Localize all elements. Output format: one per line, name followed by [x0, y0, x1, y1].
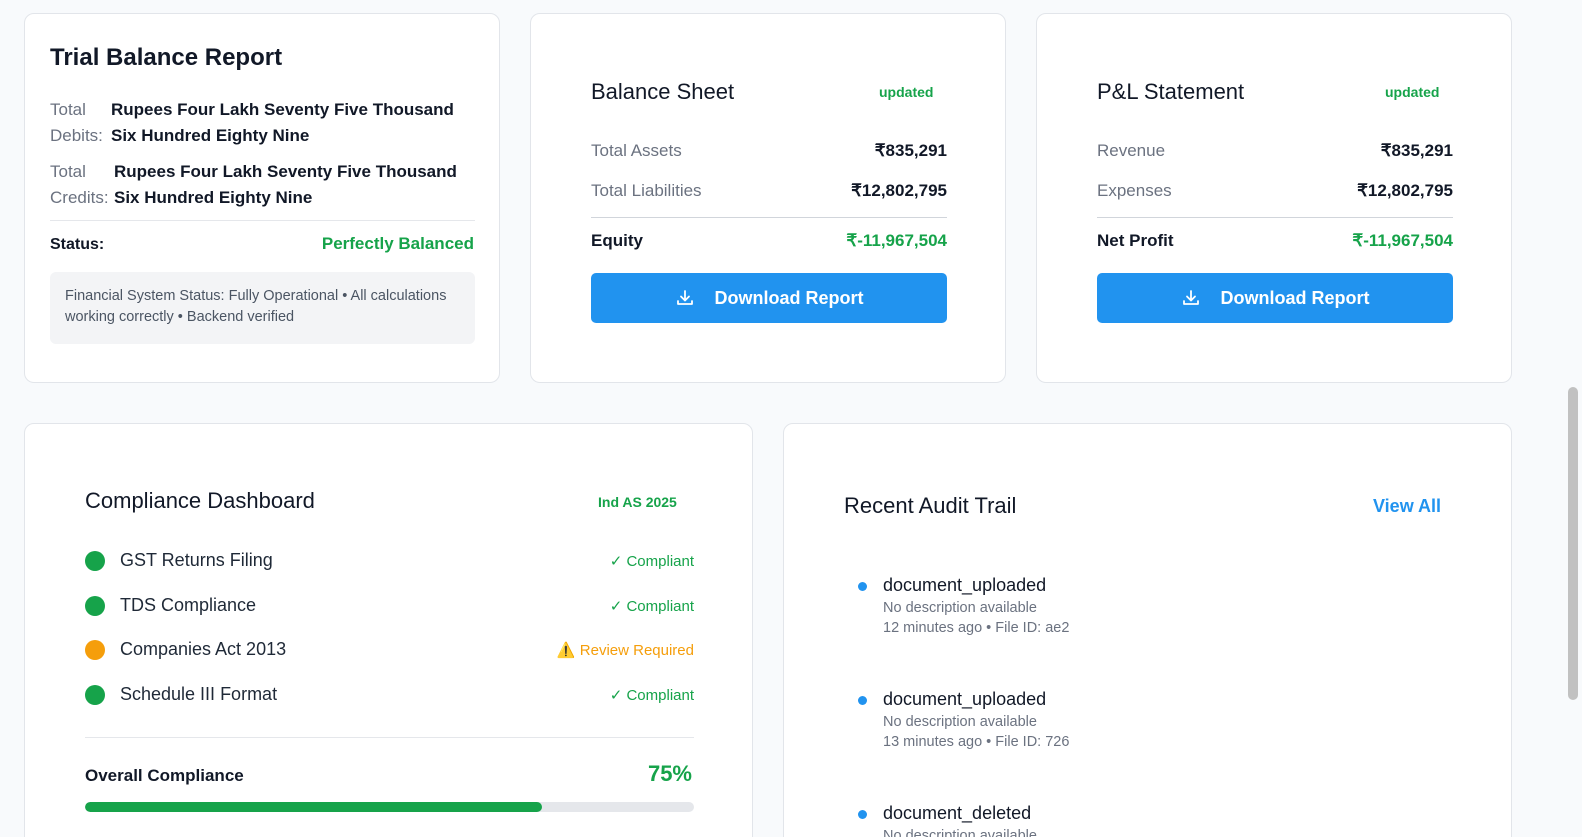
compliance-item-name: Schedule III Format — [120, 684, 278, 704]
trial-balance-title: Trial Balance Report — [50, 44, 283, 71]
row-value: ₹12,802,795 — [1357, 181, 1453, 200]
compliance-item: TDS Compliance ✓ Compliant — [85, 595, 694, 616]
compliance-item-name: Companies Act 2013 — [120, 639, 287, 659]
audit-meta: 12 minutes ago • File ID: ae2 — [883, 620, 1070, 636]
total-credits-row: Total Credits: Rupees Four Lakh Seventy … — [50, 159, 457, 211]
total-debits-label: Total Debits: — [50, 100, 103, 145]
compliance-progress-fill — [85, 802, 542, 812]
row-label: Total Liabilities — [591, 181, 702, 200]
compliance-progress-bar — [85, 802, 694, 812]
status-badge: updated — [879, 84, 934, 100]
download-report-label: Download Report — [714, 287, 864, 308]
divider — [1097, 217, 1453, 218]
view-all-link[interactable]: View All — [1373, 496, 1441, 517]
compliance-item-status: ✓ Compliant — [609, 686, 694, 704]
download-icon — [1182, 290, 1199, 305]
divider — [50, 220, 475, 221]
total-credits-value: Rupees Four Lakh Seventy Five Thousand Si… — [114, 159, 457, 211]
audit-event: document_uploaded — [883, 689, 1047, 709]
download-icon — [676, 290, 693, 305]
vertical-scrollbar[interactable] — [1568, 387, 1578, 700]
divider — [591, 217, 947, 218]
revenue-row: Revenue ₹835,291 — [1097, 141, 1453, 161]
status-dot — [85, 639, 105, 660]
audit-event: document_deleted — [883, 803, 1032, 823]
standard-badge: Ind AS 2025 — [598, 494, 677, 510]
divider — [85, 737, 694, 738]
audit-description: No description available — [883, 600, 1037, 616]
status-label: Status: — [50, 236, 105, 253]
status-value: Perfectly Balanced — [321, 234, 474, 253]
status-dot — [85, 550, 105, 571]
expenses-row: Expenses ₹12,802,795 — [1097, 181, 1453, 201]
row-label: Total Assets — [591, 141, 682, 160]
compliance-item-status: ✓ Compliant — [609, 597, 694, 615]
row-value: ₹-11,967,504 — [846, 231, 947, 250]
overall-compliance-label: Overall Compliance — [85, 766, 244, 785]
bullet-icon — [858, 582, 867, 591]
pl-statement-card: P&L Statement updated Revenue ₹835,291 E… — [1036, 13, 1512, 383]
audit-description: No description available — [883, 714, 1037, 730]
trial-balance-card: Trial Balance Report Total Debits: Rupee… — [24, 13, 500, 383]
audit-description: No description available — [883, 828, 1037, 837]
system-status-note: Financial System Status: Fully Operation… — [50, 272, 475, 344]
row-label: Equity — [591, 231, 643, 250]
bullet-icon — [858, 810, 867, 819]
download-report-button[interactable]: Download Report — [1097, 273, 1453, 323]
row-label: Net Profit — [1097, 231, 1174, 250]
audit-trail-card: Recent Audit Trail View All document_upl… — [783, 423, 1512, 837]
compliance-item-status: ✓ Compliant — [609, 552, 694, 570]
total-credits-value-text: Rupees Four Lakh Seventy Five Thousand Si… — [114, 162, 457, 207]
compliance-dashboard-card: Compliance Dashboard Ind AS 2025 GST Ret… — [24, 423, 753, 837]
total-debits-value: Rupees Four Lakh Seventy Five Thousand Si… — [111, 97, 454, 149]
balance-sheet-title: Balance Sheet — [591, 79, 735, 104]
compliance-item: GST Returns Filing ✓ Compliant — [85, 550, 694, 571]
total-debits-row: Total Debits: Rupees Four Lakh Seventy F… — [50, 97, 454, 149]
total-assets-row: Total Assets ₹835,291 — [591, 141, 947, 161]
equity-row: Equity ₹-11,967,504 — [591, 231, 947, 251]
audit-meta: 13 minutes ago • File ID: 726 — [883, 734, 1070, 750]
bullet-icon — [858, 696, 867, 705]
download-report-button[interactable]: Download Report — [591, 273, 947, 323]
total-credits-label: Total Credits: — [50, 162, 109, 207]
compliance-item-name: TDS Compliance — [120, 595, 257, 615]
net-profit-row: Net Profit ₹-11,967,504 — [1097, 231, 1453, 251]
row-label: Revenue — [1097, 141, 1166, 160]
row-value: ₹-11,967,504 — [1352, 231, 1453, 250]
audit-event: document_uploaded — [883, 575, 1047, 595]
download-report-label: Download Report — [1220, 287, 1370, 308]
compliance-item: Companies Act 2013 ⚠️ Review Required — [85, 639, 694, 660]
compliance-item-status: ⚠️ Review Required — [556, 641, 694, 659]
row-value: ₹835,291 — [874, 141, 947, 160]
status-dot — [85, 684, 105, 705]
compliance-item-name: GST Returns Filing — [120, 550, 273, 570]
total-liabilities-row: Total Liabilities ₹12,802,795 — [591, 181, 947, 201]
compliance-item: Schedule III Format ✓ Compliant — [85, 684, 694, 705]
compliance-dashboard-title: Compliance Dashboard — [85, 488, 315, 513]
status-dot — [85, 595, 105, 616]
total-debits-value-text: Rupees Four Lakh Seventy Five Thousand Si… — [111, 100, 454, 145]
status-badge: updated — [1385, 84, 1440, 100]
row-value: ₹835,291 — [1380, 141, 1453, 160]
row-value: ₹12,802,795 — [851, 181, 947, 200]
audit-trail-title: Recent Audit Trail — [844, 493, 1017, 518]
pl-statement-title: P&L Statement — [1097, 79, 1245, 104]
balance-sheet-card: Balance Sheet updated Total Assets ₹835,… — [530, 13, 1006, 383]
overall-compliance-value: 75% — [647, 761, 692, 786]
row-label: Expenses — [1097, 181, 1172, 200]
